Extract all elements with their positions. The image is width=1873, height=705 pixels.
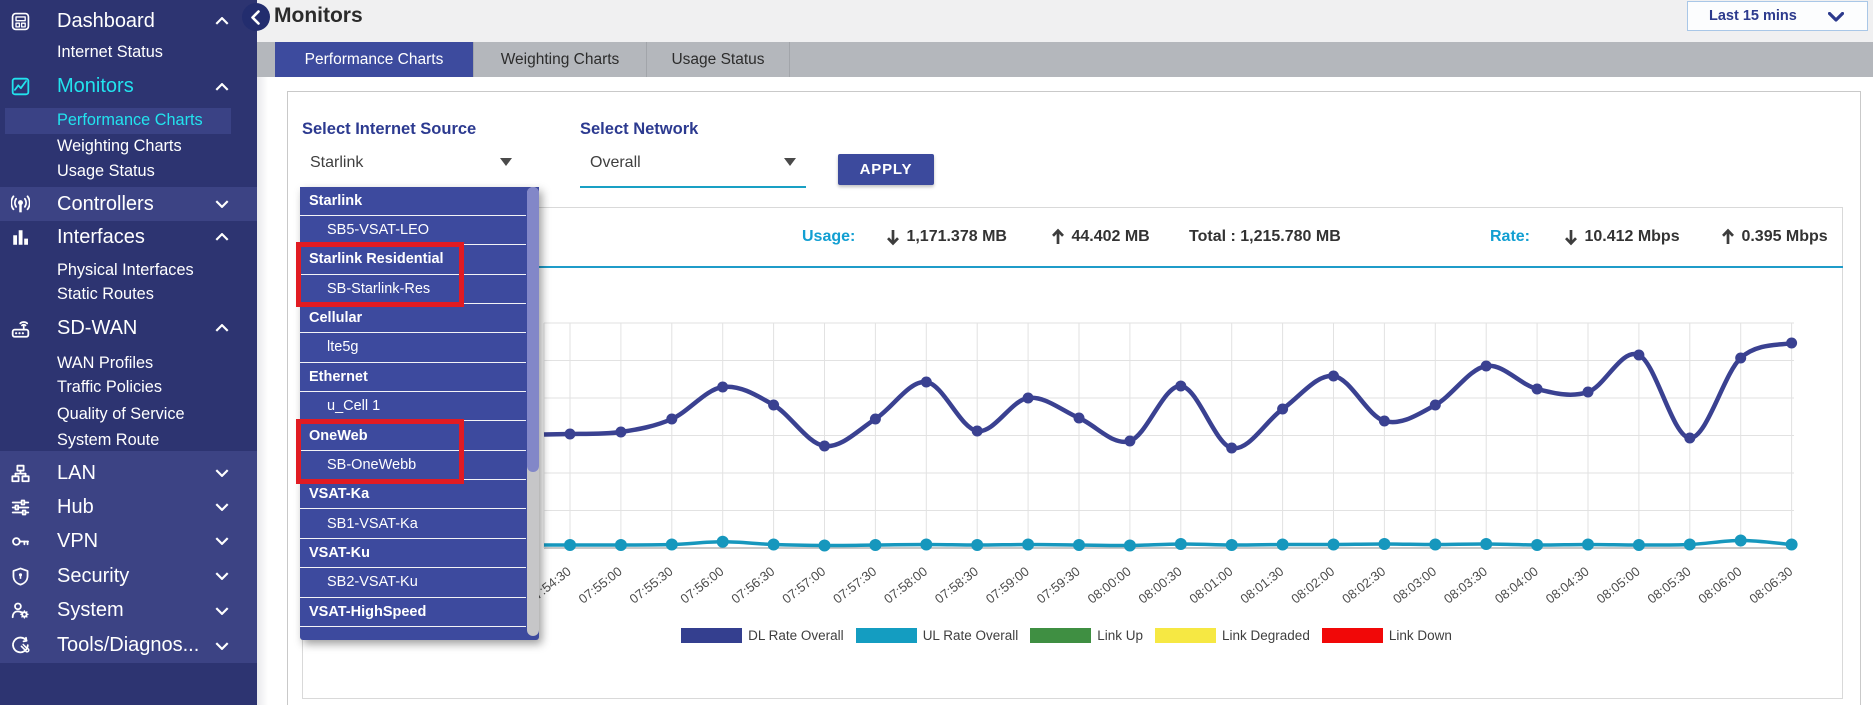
svg-text:07:55:30: 07:55:30 — [627, 564, 676, 607]
svg-text:07:56:00: 07:56:00 — [677, 564, 726, 607]
svg-text:08:03:30: 08:03:30 — [1441, 564, 1490, 607]
svg-text:07:57:30: 07:57:30 — [830, 564, 879, 607]
svg-text:08:02:30: 08:02:30 — [1339, 564, 1388, 607]
svg-text:08:01:00: 08:01:00 — [1186, 564, 1235, 607]
svg-text:07:59:30: 07:59:30 — [1034, 564, 1083, 607]
svg-text:07:55:00: 07:55:00 — [576, 564, 625, 607]
svg-text:08:02:00: 08:02:00 — [1288, 564, 1337, 607]
svg-text:08:01:30: 08:01:30 — [1237, 564, 1286, 607]
svg-text:08:06:30: 08:06:30 — [1746, 564, 1795, 607]
svg-text:08:03:00: 08:03:00 — [1390, 564, 1439, 607]
svg-text:08:04:30: 08:04:30 — [1543, 564, 1592, 607]
svg-text:08:00:00: 08:00:00 — [1085, 564, 1134, 607]
svg-text:08:06:00: 08:06:00 — [1695, 564, 1744, 607]
svg-text:07:58:00: 07:58:00 — [881, 564, 930, 607]
svg-text:08:04:00: 08:04:00 — [1492, 564, 1541, 607]
svg-text:08:05:00: 08:05:00 — [1594, 564, 1643, 607]
svg-text:07:58:30: 07:58:30 — [932, 564, 981, 607]
svg-text:07:56:30: 07:56:30 — [728, 564, 777, 607]
svg-text:07:59:00: 07:59:00 — [983, 564, 1032, 607]
svg-text:07:57:00: 07:57:00 — [779, 564, 828, 607]
svg-text:08:00:30: 08:00:30 — [1136, 564, 1185, 607]
svg-text:08:05:30: 08:05:30 — [1645, 564, 1694, 607]
